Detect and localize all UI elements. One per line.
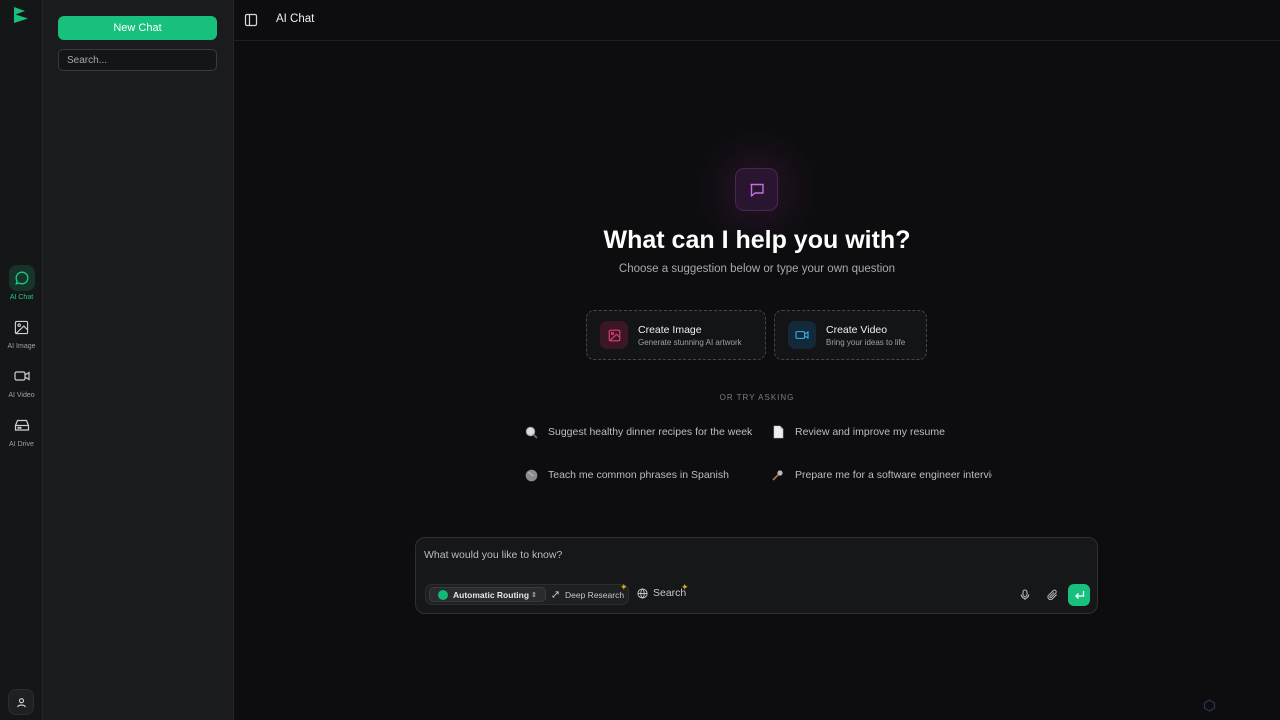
hero-title: What can I help you with? [603,226,911,254]
suggestion-review-resume[interactable]: Review and improve my resume [771,425,945,439]
card-title: Create Image [638,323,702,336]
app-root: AI Chat AI Image AI Video AI Drive New C… [0,0,1280,720]
chat-bubble-icon [8,265,35,291]
chat-sidebar: New Chat [43,0,234,720]
sparkle-icon: ✦ [620,582,628,592]
rocket-icon [552,591,559,598]
card-text: Create Video Bring your ideas to life [826,324,905,347]
user-icon [16,697,26,707]
suggestion-spanish-phrases[interactable]: Teach me common phrases in Spanish [524,468,729,482]
rail-label: AI Chat [9,294,34,301]
create-image-card[interactable]: Create Image Generate stunning AI artwor… [586,310,766,360]
rail-label: AI Drive [9,441,34,448]
rail-label: AI Video [8,392,35,399]
magnifier-icon [524,425,538,439]
create-video-card[interactable]: Create Video Bring your ideas to life [774,310,927,360]
image-icon [600,321,628,349]
microphone-icon [1020,589,1030,600]
message-composer: Automatic Routing ⇕ Deep Research ✦ Sear… [415,537,1098,614]
icon-rail: AI Chat AI Image AI Video AI Drive [0,0,43,720]
automatic-routing-select[interactable]: Automatic Routing ⇕ [429,587,546,602]
suggestion-dinner-recipes[interactable]: Suggest healthy dinner recipes for the w… [524,425,752,439]
rail-item-ai-video[interactable]: AI Video [0,363,43,407]
suggestion-text: Teach me common phrases in Spanish [548,469,729,481]
microphone-icon [771,468,784,482]
attach-file-button[interactable] [1044,587,1060,603]
card-title: Create Video [826,323,888,336]
paperclip-icon [1046,589,1057,601]
hero-subtitle: Choose a suggestion below or type your o… [618,263,896,275]
rail-item-ai-chat[interactable]: AI Chat [0,265,43,309]
rail-item-ai-drive[interactable]: AI Drive [0,412,43,456]
web-search-toggle[interactable]: Search [637,587,686,599]
hero-chat-icon [735,168,778,211]
top-bar: AI Chat [234,0,1280,41]
routing-label: Automatic Routing [453,589,530,600]
enter-icon [1074,591,1084,599]
deep-research-toggle[interactable]: Deep Research [551,587,624,602]
video-camera-icon [788,321,816,349]
user-profile-button[interactable] [8,689,34,715]
card-subtitle: Bring your ideas to life [826,337,906,347]
card-subtitle: Generate stunning AI artwork [638,337,742,347]
card-text: Create Image Generate stunning AI artwor… [638,324,742,347]
rail-label: AI Image [7,343,36,350]
sparkle-icon: ✦ [681,582,689,592]
suggestion-text: Suggest healthy dinner recipes for the w… [548,426,753,438]
mode-selector-group: Automatic Routing ⇕ Deep Research [425,584,629,605]
chevron-up-down-icon: ⇕ [531,591,537,599]
image-icon [9,314,35,340]
page-title: AI Chat [276,13,315,25]
or-try-asking-label: OR TRY ASKING [719,393,795,402]
sidebar-toggle-icon[interactable] [244,13,258,27]
video-camera-icon [9,363,35,389]
routing-icon [438,589,448,600]
send-button[interactable] [1068,584,1090,606]
document-icon [771,425,785,439]
watermark [1203,699,1216,712]
suggestion-text: Prepare me for a software engineer inter… [795,469,992,481]
new-chat-button[interactable]: New Chat [58,16,217,40]
suggestion-interview-prep[interactable]: Prepare me for a software engineer inter… [771,468,992,482]
watermark-logo-icon [1203,699,1216,712]
drive-icon [9,412,35,438]
globe-icon [637,587,648,599]
rail-item-ai-image[interactable]: AI Image [0,314,43,358]
globe-icon [524,468,538,482]
brand-logo-icon[interactable] [13,6,29,24]
message-input[interactable] [424,546,1084,564]
microphone-button[interactable] [1017,587,1033,603]
search-input[interactable] [58,49,217,71]
suggestion-text: Review and improve my resume [795,426,945,438]
deep-research-label: Deep Research [565,589,625,600]
